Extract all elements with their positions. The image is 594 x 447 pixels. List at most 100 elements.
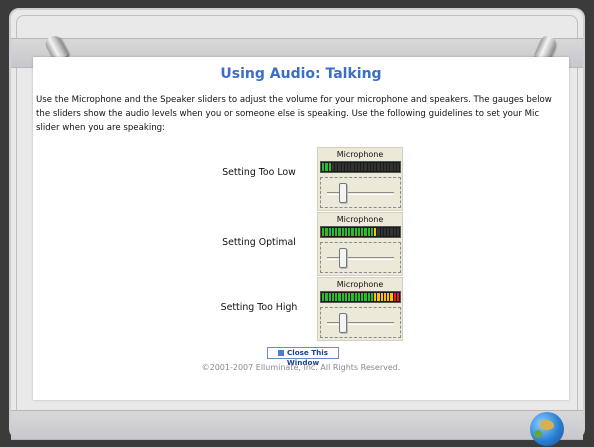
level-meter (320, 291, 401, 303)
meter-segment (328, 293, 331, 301)
meter-segment (361, 228, 364, 236)
meter-segment (328, 228, 331, 236)
mic-slider[interactable] (320, 242, 401, 273)
meter-segment (357, 163, 360, 171)
meter-segment (328, 163, 331, 171)
slider-thumb[interactable] (338, 248, 347, 268)
meter-segment (393, 293, 396, 301)
meter-segment (364, 293, 367, 301)
meter-segment (393, 163, 396, 171)
meter-segment (341, 163, 344, 171)
meter-segment (380, 228, 383, 236)
meter-segment (390, 163, 393, 171)
meter-segment (344, 293, 347, 301)
meter-segment (396, 293, 399, 301)
meter-segment (383, 228, 386, 236)
level-meter (320, 226, 401, 238)
setting-label-optimal: Setting Optimal (222, 237, 296, 248)
meter-segment (357, 293, 360, 301)
meter-segment (390, 228, 393, 236)
meter-segment (390, 293, 393, 301)
setting-label-low: Setting Too Low (222, 167, 296, 178)
meter-segment (331, 293, 334, 301)
meter-segment (354, 163, 357, 171)
meter-segment (374, 293, 377, 301)
gauge-caption: Microphone (336, 215, 384, 224)
slider-thumb[interactable] (338, 183, 347, 203)
meter-segment (335, 163, 338, 171)
gauge-caption: Microphone (336, 150, 384, 159)
meter-segment (374, 163, 377, 171)
level-meter (320, 161, 401, 173)
meter-segment (396, 228, 399, 236)
meter-segment (374, 228, 377, 236)
board-band-bottom (11, 410, 583, 440)
slider-track (327, 192, 394, 195)
meter-segment (383, 293, 386, 301)
meter-segment (348, 228, 351, 236)
page-title: Using Audio: Talking (220, 66, 382, 82)
mic-slider[interactable] (320, 307, 401, 338)
meter-segment (325, 228, 328, 236)
meter-segment (335, 293, 338, 301)
meter-segment (370, 228, 373, 236)
meter-segment (322, 228, 325, 236)
meter-segment (367, 228, 370, 236)
meter-segment (322, 163, 325, 171)
meter-segment (357, 228, 360, 236)
meter-segment (361, 163, 364, 171)
gauge-too-low: Microphone (317, 147, 403, 211)
meter-segment (341, 228, 344, 236)
meter-segment (383, 163, 386, 171)
meter-segment (393, 228, 396, 236)
meter-segment (338, 293, 341, 301)
meter-segment (377, 228, 380, 236)
meter-segment (331, 228, 334, 236)
globe-land (540, 420, 554, 430)
meter-segment (348, 293, 351, 301)
copyright-text: ©2001-2007 Elluminate, Inc. All Rights R… (201, 363, 401, 372)
meter-segment (377, 163, 380, 171)
meter-segment (335, 228, 338, 236)
mic-slider[interactable] (320, 177, 401, 208)
meter-segment (322, 293, 325, 301)
close-window-button[interactable]: Close This Window (267, 347, 339, 367)
meter-segment (351, 293, 354, 301)
meter-segment (344, 163, 347, 171)
meter-segment (361, 293, 364, 301)
gauge-caption: Microphone (336, 280, 384, 289)
meter-segment (387, 293, 390, 301)
help-page: Using Audio: Talking Use the Microphone … (33, 57, 569, 400)
meter-segment (354, 293, 357, 301)
slider-track (327, 322, 394, 325)
meter-segment (331, 163, 334, 171)
setting-label-high: Setting Too High (220, 302, 298, 313)
meter-segment (387, 163, 390, 171)
meter-segment (367, 293, 370, 301)
meter-segment (377, 293, 380, 301)
meter-segment (396, 163, 399, 171)
window-icon (277, 350, 284, 356)
meter-segment (325, 163, 328, 171)
slider-track (327, 257, 394, 260)
meter-segment (370, 163, 373, 171)
globe-icon (530, 412, 564, 446)
slider-thumb[interactable] (338, 313, 347, 333)
meter-segment (367, 163, 370, 171)
globe-land (534, 430, 542, 438)
meter-segment (354, 228, 357, 236)
intro-text: Use the Microphone and the Speaker slide… (36, 95, 552, 133)
meter-segment (364, 163, 367, 171)
meter-segment (341, 293, 344, 301)
meter-segment (364, 228, 367, 236)
gauge-optimal: Microphone (317, 212, 403, 276)
meter-segment (370, 293, 373, 301)
meter-segment (387, 228, 390, 236)
meter-segment (338, 163, 341, 171)
meter-segment (348, 163, 351, 171)
meter-segment (325, 293, 328, 301)
gauge-too-high: Microphone (317, 277, 403, 341)
meter-segment (380, 163, 383, 171)
meter-segment (380, 293, 383, 301)
meter-segment (338, 228, 341, 236)
